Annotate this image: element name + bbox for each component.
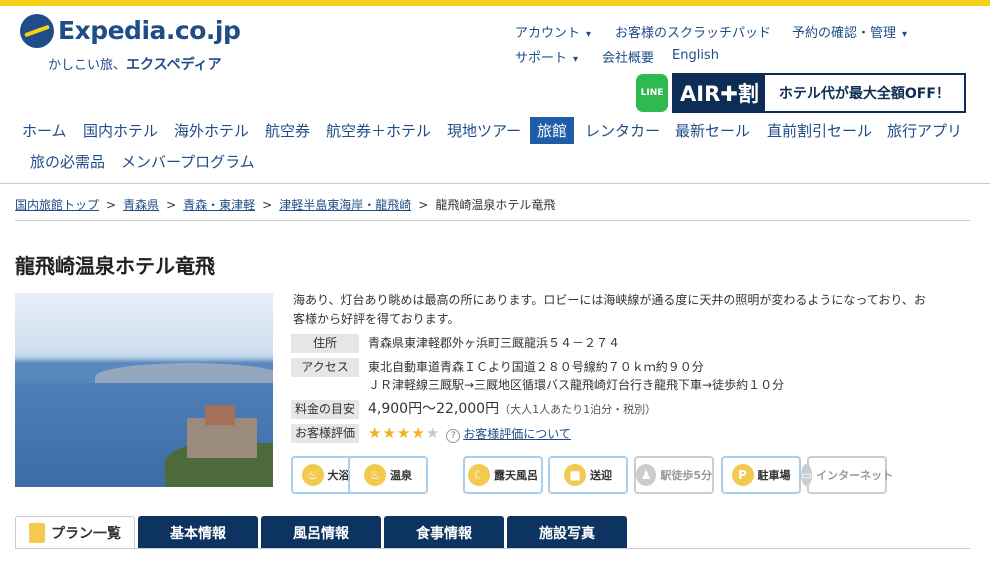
price-note: （大人1人あたり1泊分・税別） [499,403,657,416]
rating-info-link[interactable]: お客様評価について [463,427,571,441]
tab-bath-info[interactable]: 風呂情報 [261,516,381,549]
star-icon: ★ [382,424,397,442]
top-accent-bar [0,0,990,6]
star-icon: ★ [411,424,426,442]
company-link[interactable]: 会社概要 [602,47,654,66]
amenity-parking: P 駐車場 [721,456,801,494]
tab-basic-info[interactable]: 基本情報 [138,516,258,549]
nav-domestic-hotels[interactable]: 国内ホテル [83,120,158,141]
line-app-icon: LINE [636,74,668,112]
page-title: 龍飛崎温泉ホテル竜飛 [15,254,215,278]
breadcrumb-ryokan-top[interactable]: 国内旅館トップ [15,198,99,212]
nav-home[interactable]: ホーム [22,120,67,141]
tab-plan-list[interactable]: プラン一覧 [15,516,135,549]
nav-tours[interactable]: 現地ツアー [447,120,521,141]
booking-manage-menu[interactable]: 予約の確認・管理 ▾ [792,22,907,41]
open-air-bath-icon: ☾ [468,464,490,486]
nav-flight-hotel[interactable]: 航空券＋ホテル [326,120,431,141]
breadcrumb-aomori[interactable]: 青森県 [123,198,159,212]
air-discount-banner[interactable]: LINE AIR✚割 ホテル代が最大全額OFF！ [636,72,966,114]
breadcrumb: 国内旅館トップ > 青森県 > 青森・東津軽 > 津軽半島東海岸・龍飛崎 > 龍飛崎温泉ホテル竜… [15,198,556,212]
amenity-open-air-bath: ☾ 露天風呂 [463,456,543,494]
shuttle-bus-icon: ■ [564,464,586,486]
globe-plane-icon [20,14,54,48]
banner-air-label: AIR✚割 [674,75,765,111]
amenity-shuttle: ■ 送迎 [548,456,628,494]
header-divider [0,183,990,184]
large-bath-icon: ♨ [301,464,324,486]
nav-overseas-hotels[interactable]: 海外ホテル [174,120,249,141]
hotel-description: 海あり、灯台あり眺めは最高の所にあります。ロビーには海峡線が通る度に天井の照明が… [293,293,926,326]
expedia-logo[interactable]: Expedia.co.jp かしこい旅、エクスペディア [20,14,241,74]
support-menu[interactable]: サポート ▾ [515,47,578,66]
tagline: かしこい旅、エクスペディア [48,57,222,73]
document-icon [29,523,45,543]
amenity-internet: ▭ インターネット [800,456,893,494]
star-icon: ★ [368,424,383,442]
chevron-down-icon: ▾ [586,29,592,40]
nav-flights[interactable]: 航空券 [265,120,310,141]
nav-last-minute-sale[interactable]: 直前割引セール [767,120,872,141]
address-value: 青森県東津軽郡外ヶ浜町三厩龍浜５４－２７４ [368,336,621,350]
hotel-photo[interactable] [15,293,273,487]
price-label: 料金の目安 [291,400,359,419]
access-label: アクセス [291,358,359,377]
internet-icon: ▭ [800,464,813,486]
walking-icon: ♟ [636,464,657,486]
price-range: 4,900円〜22,000円 [368,401,500,417]
star-icon: ★ [396,424,412,442]
tab-facility-photos[interactable]: 施設写真 [507,516,627,549]
nav-travel-app[interactable]: 旅行アプリ [887,120,962,141]
account-menu[interactable]: アカウント ▾ [515,22,591,41]
rating-label: お客様評価 [291,424,359,443]
access-value-1: 東北自動車道青森ＩＣより国道２８０号線約７０ｋｍ約９０分 [368,360,704,374]
chevron-down-icon: ▾ [573,54,579,65]
nav-latest-sale[interactable]: 最新セール [675,120,750,141]
nav-travel-essentials[interactable]: 旅の必需品 [30,151,105,172]
address-label: 住所 [291,334,359,353]
hot-spring-icon: ♨ [364,464,386,486]
access-value-2: ＪＲ津軽線三厩駅→三厩地区循環バス龍飛崎灯台行き龍飛下車→徒歩約１０分 [368,378,785,392]
rating-value: ★★★★★? お客様評価について [368,424,571,444]
breadcrumb-divider [15,220,970,221]
banner-box: AIR✚割 ホテル代が最大全額OFF！ [672,73,966,113]
breadcrumb-aomori-higashitsugaru[interactable]: 青森・東津軽 [183,198,255,212]
tab-underline [15,548,970,549]
help-icon[interactable]: ? [446,429,461,443]
parking-icon: P [731,464,754,486]
star-rating: ★★★★★ [368,424,440,442]
tab-meal-info[interactable]: 食事情報 [384,516,504,549]
scratchpad-link[interactable]: お客様のスクラッチパッド [615,22,771,41]
banner-message: ホテル代が最大全額OFF！ [778,86,950,102]
amenity-walk-from-station: ♟ 駅徒歩5分 [634,456,714,494]
nav-member-program[interactable]: メンバープログラム [121,151,255,172]
price-value: 4,900円〜22,000円（大人1人あたり1泊分・税別） [368,400,656,419]
english-link[interactable]: English [672,48,719,63]
brand-name: Expedia.co.jp [58,16,241,45]
nav-ryokan[interactable]: 旅館 [530,117,575,144]
breadcrumb-tsugaru-east-coast[interactable]: 津軽半島東海岸・龍飛崎 [279,198,411,212]
breadcrumb-current: 龍飛崎温泉ホテル竜飛 [435,198,556,212]
chevron-down-icon: ▾ [902,29,908,40]
nav-rental-car[interactable]: レンタカー [585,120,660,141]
amenity-hot-spring: ♨ 温泉 [348,456,428,494]
star-icon: ★ [425,424,441,442]
